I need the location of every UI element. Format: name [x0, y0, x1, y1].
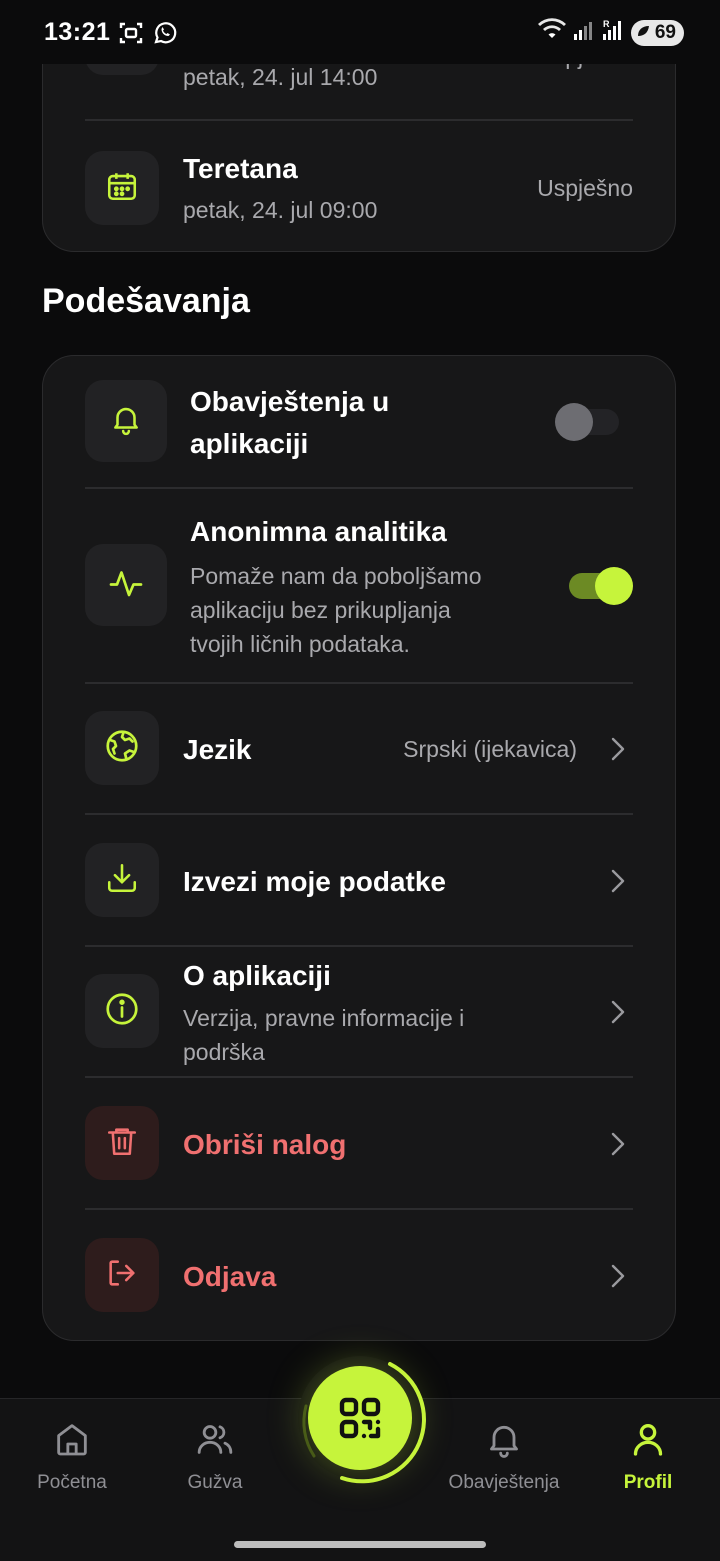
setting-description: Verzija, pravne informacije i — [183, 1005, 465, 1031]
user-icon — [633, 1424, 663, 1456]
chevron-right-icon — [611, 1000, 625, 1024]
screenshot-icon — [118, 20, 144, 51]
chevron-right-icon — [611, 869, 625, 893]
chevron-right-icon — [611, 1132, 625, 1156]
setting-icon-box — [85, 380, 167, 462]
setting-title: Obavještenja u — [190, 386, 390, 417]
toggle-knob — [595, 567, 633, 605]
home-indicator — [234, 1541, 486, 1548]
battery-saver-icon — [637, 25, 649, 36]
setting-title: Anonimna analitika — [190, 516, 447, 547]
setting-title: Odjava — [183, 1261, 277, 1292]
setting-description: aplikaciju bez prikupljanja — [190, 597, 451, 623]
battery-level: 69 — [654, 21, 676, 43]
qr-code-icon — [339, 1397, 381, 1439]
setting-description: podrška — [183, 1039, 265, 1065]
wifi-icon — [537, 18, 567, 47]
divider — [85, 945, 633, 947]
language-value: Srpski (ijekavica) — [403, 736, 577, 762]
trash-icon — [105, 1124, 139, 1163]
setting-description: tvojih ličnih podataka. — [190, 631, 410, 657]
divider — [85, 487, 633, 489]
qr-fab-container — [284, 1346, 436, 1498]
setting-description: Pomaže nam da poboljšamo — [190, 563, 482, 589]
divider — [85, 682, 633, 684]
history-item-date: petak, 24. jul 14:00 — [183, 64, 378, 90]
nav-item-home[interactable]: Početna — [2, 1419, 142, 1494]
divider — [85, 1208, 633, 1210]
whatsapp-icon — [152, 20, 178, 51]
info-icon — [104, 991, 140, 1032]
history-item-date: petak, 24. jul 09:00 — [183, 197, 378, 223]
analytics-toggle[interactable] — [569, 567, 633, 605]
history-item-title: Teretana — [183, 153, 298, 184]
divider — [85, 119, 633, 121]
nav-label: Profil — [623, 1472, 673, 1493]
toggle-knob — [555, 403, 593, 441]
logout-icon — [105, 1256, 139, 1295]
setting-icon-box — [85, 1106, 159, 1180]
nav-item-notifications[interactable]: Obavještenja — [434, 1419, 574, 1494]
signal-roaming-icon: R — [601, 18, 625, 47]
chevron-right-icon — [611, 1264, 625, 1288]
status-time: 13:21 — [44, 18, 111, 46]
battery-indicator: 69 — [630, 19, 684, 46]
nav-label: Početna — [37, 1472, 107, 1493]
download-icon — [105, 861, 139, 900]
chevron-right-icon — [611, 737, 625, 761]
setting-icon-box — [85, 544, 167, 626]
status-bar: 13:21 R 69 — [0, 0, 720, 64]
nav-label: Gužva — [187, 1472, 243, 1493]
svg-text:R: R — [603, 19, 610, 29]
setting-icon-box — [85, 1238, 159, 1312]
history-item-status: Uspješno — [537, 175, 633, 201]
settings-card: Obavještenja u aplikaciji Anonimna anali… — [42, 355, 676, 1341]
nav-item-profile[interactable]: Profil — [578, 1419, 718, 1494]
calendar-icon — [105, 169, 139, 208]
setting-icon-box — [85, 843, 159, 917]
setting-title: Izvezi moje podatke — [183, 866, 446, 897]
globe-icon — [104, 728, 140, 769]
divider — [85, 813, 633, 815]
setting-icon-box — [85, 711, 159, 785]
setting-title: aplikaciji — [190, 428, 309, 459]
history-item-icon-box — [85, 151, 159, 225]
bell-icon — [109, 402, 143, 441]
setting-title: Obriši nalog — [183, 1129, 347, 1160]
setting-title: O aplikaciji — [183, 960, 331, 991]
bell-icon — [490, 1425, 518, 1458]
section-title-settings: Podešavanja — [42, 282, 250, 320]
setting-title: Jezik — [183, 734, 252, 765]
notifications-toggle[interactable] — [555, 403, 619, 441]
signal-icon — [573, 19, 595, 46]
nav-item-crowd[interactable]: Gužva — [145, 1419, 285, 1494]
home-icon — [57, 1424, 87, 1456]
activity-icon — [108, 565, 144, 606]
scan-qr-button[interactable] — [308, 1366, 412, 1470]
nav-label: Obavještenja — [448, 1472, 560, 1493]
setting-icon-box — [85, 974, 159, 1048]
users-icon — [197, 1425, 233, 1454]
divider — [85, 1076, 633, 1078]
